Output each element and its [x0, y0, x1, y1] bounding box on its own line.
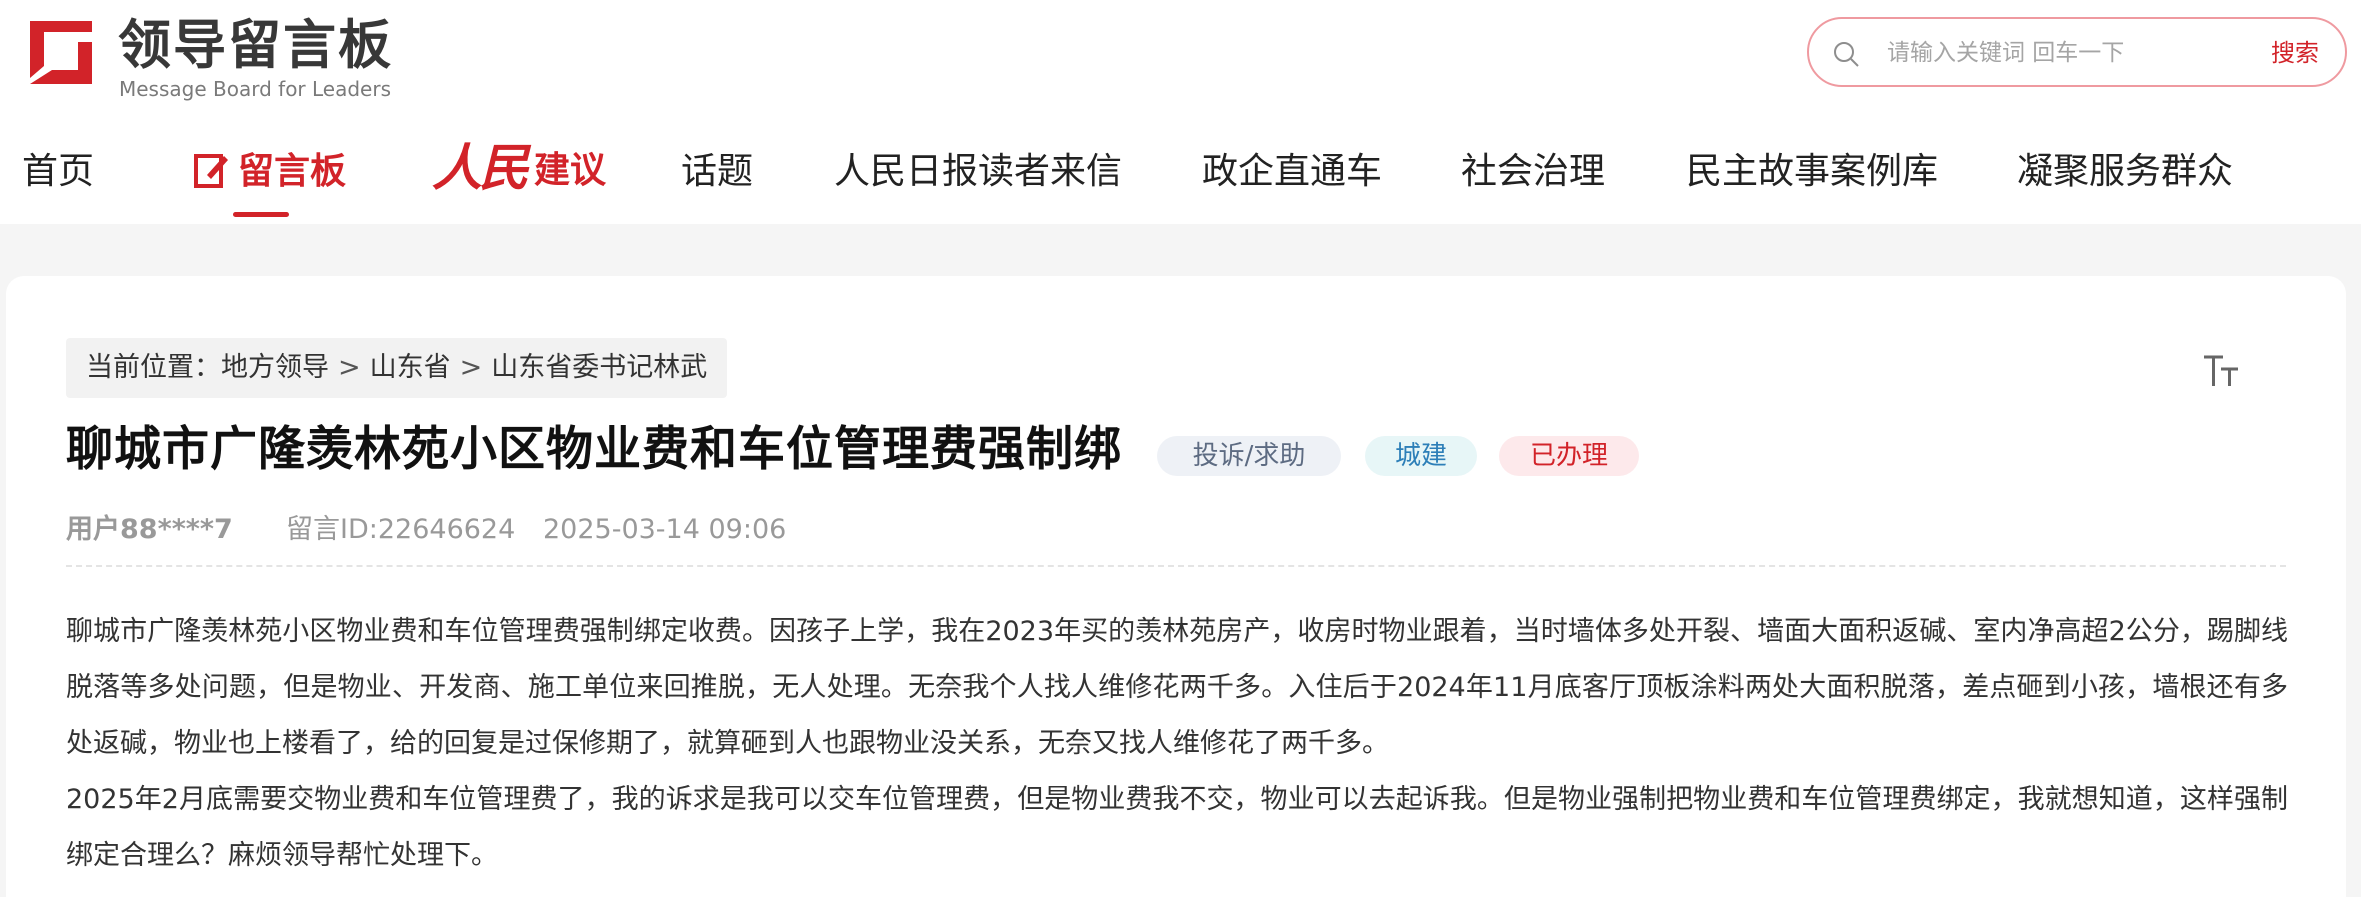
nav-people-suggestion[interactable]: 人民 建议 [432, 138, 606, 202]
nav-people-logo: 人民 [432, 138, 529, 197]
nav-suggestion-label: 建议 [534, 150, 607, 191]
search-input[interactable] [1887, 33, 2217, 73]
field-badge: 城建 [1365, 436, 1477, 476]
nav-government-enterprise[interactable]: 政企直通车 [1202, 148, 1382, 196]
category-badge: 投诉/求助 [1157, 436, 1341, 476]
site-logo[interactable]: 领导留言板 Message Board for Leaders [22, 14, 402, 100]
edit-icon [194, 154, 228, 188]
message-paragraph: 2025年2月底需要交物业费和车位管理费了，我的诉求是我可以交车位管理费，但是物… [66, 784, 2288, 871]
status-badge: 已办理 [1499, 436, 1639, 476]
search-button[interactable]: 搜索 [2271, 37, 2319, 69]
nav-home[interactable]: 首页 [22, 148, 94, 196]
message-content: 聊城市广隆羡林苑小区物业费和车位管理费强制绑定收费。因孩子上学，我在2023年买… [66, 604, 2288, 884]
breadcrumb-prefix: 当前位置： [86, 352, 221, 383]
breadcrumb-separator: > [459, 352, 483, 383]
font-size-icon[interactable] [2201, 351, 2241, 389]
nav-social-governance[interactable]: 社会治理 [1461, 148, 1605, 196]
nav-serve-public[interactable]: 凝聚服务群众 [2017, 148, 2233, 196]
breadcrumb-shandong-secretary[interactable]: 山东省委书记林武 [491, 338, 707, 398]
nav-message-board[interactable]: 留言板 [238, 148, 346, 196]
message-paragraph: 聊城市广隆羡林苑小区物业费和车位管理费强制绑定收费。因孩子上学，我在2023年买… [66, 616, 2288, 759]
logo-title: 领导留言板 [118, 15, 393, 76]
search-icon [1834, 42, 1859, 67]
main-nav: 首页 留言板 人民 建议 话题 人民日报读者来信 政企直通车 社会治理 民主故事… [0, 130, 2361, 224]
site-header: 领导留言板 Message Board for Leaders 搜索 首页 留言… [0, 0, 2361, 224]
search-box[interactable]: 搜索 [1807, 17, 2347, 87]
message-title: 聊城市广隆羡林苑小区物业费和车位管理费强制绑 [66, 422, 1122, 477]
message-title-row: 聊城市广隆羡林苑小区物业费和车位管理费强制绑 投诉/求助 城建 已办理 [66, 416, 2266, 486]
nav-democracy-cases[interactable]: 民主故事案例库 [1686, 148, 1938, 196]
nav-readers-letters[interactable]: 人民日报读者来信 [834, 148, 1122, 196]
breadcrumb-local-leaders[interactable]: 地方领导 [221, 338, 329, 398]
message-timestamp: 2025-03-14 09:06 [543, 514, 787, 545]
logo-subtitle: Message Board for Leaders [119, 77, 392, 101]
nav-topic[interactable]: 话题 [681, 148, 753, 196]
message-author: 用户88****7 [66, 514, 233, 545]
breadcrumb-separator: > [338, 352, 361, 383]
message-id: 留言ID:22646624 [286, 514, 516, 545]
page: { "header": { "logo_title": "领导留言板", "lo… [0, 0, 2361, 897]
logo-mark-icon [30, 21, 92, 84]
active-nav-indicator [233, 212, 289, 217]
breadcrumb: 当前位置：地方领导 > 山东省 > 山东省委书记林武 [66, 338, 728, 398]
message-card: 当前位置：地方领导 > 山东省 > 山东省委书记林武 聊城市广隆羡林苑小区物业费和车位管… [6, 276, 2346, 897]
breadcrumb-shandong[interactable]: 山东省 [370, 338, 451, 398]
meta-divider [66, 565, 2286, 567]
